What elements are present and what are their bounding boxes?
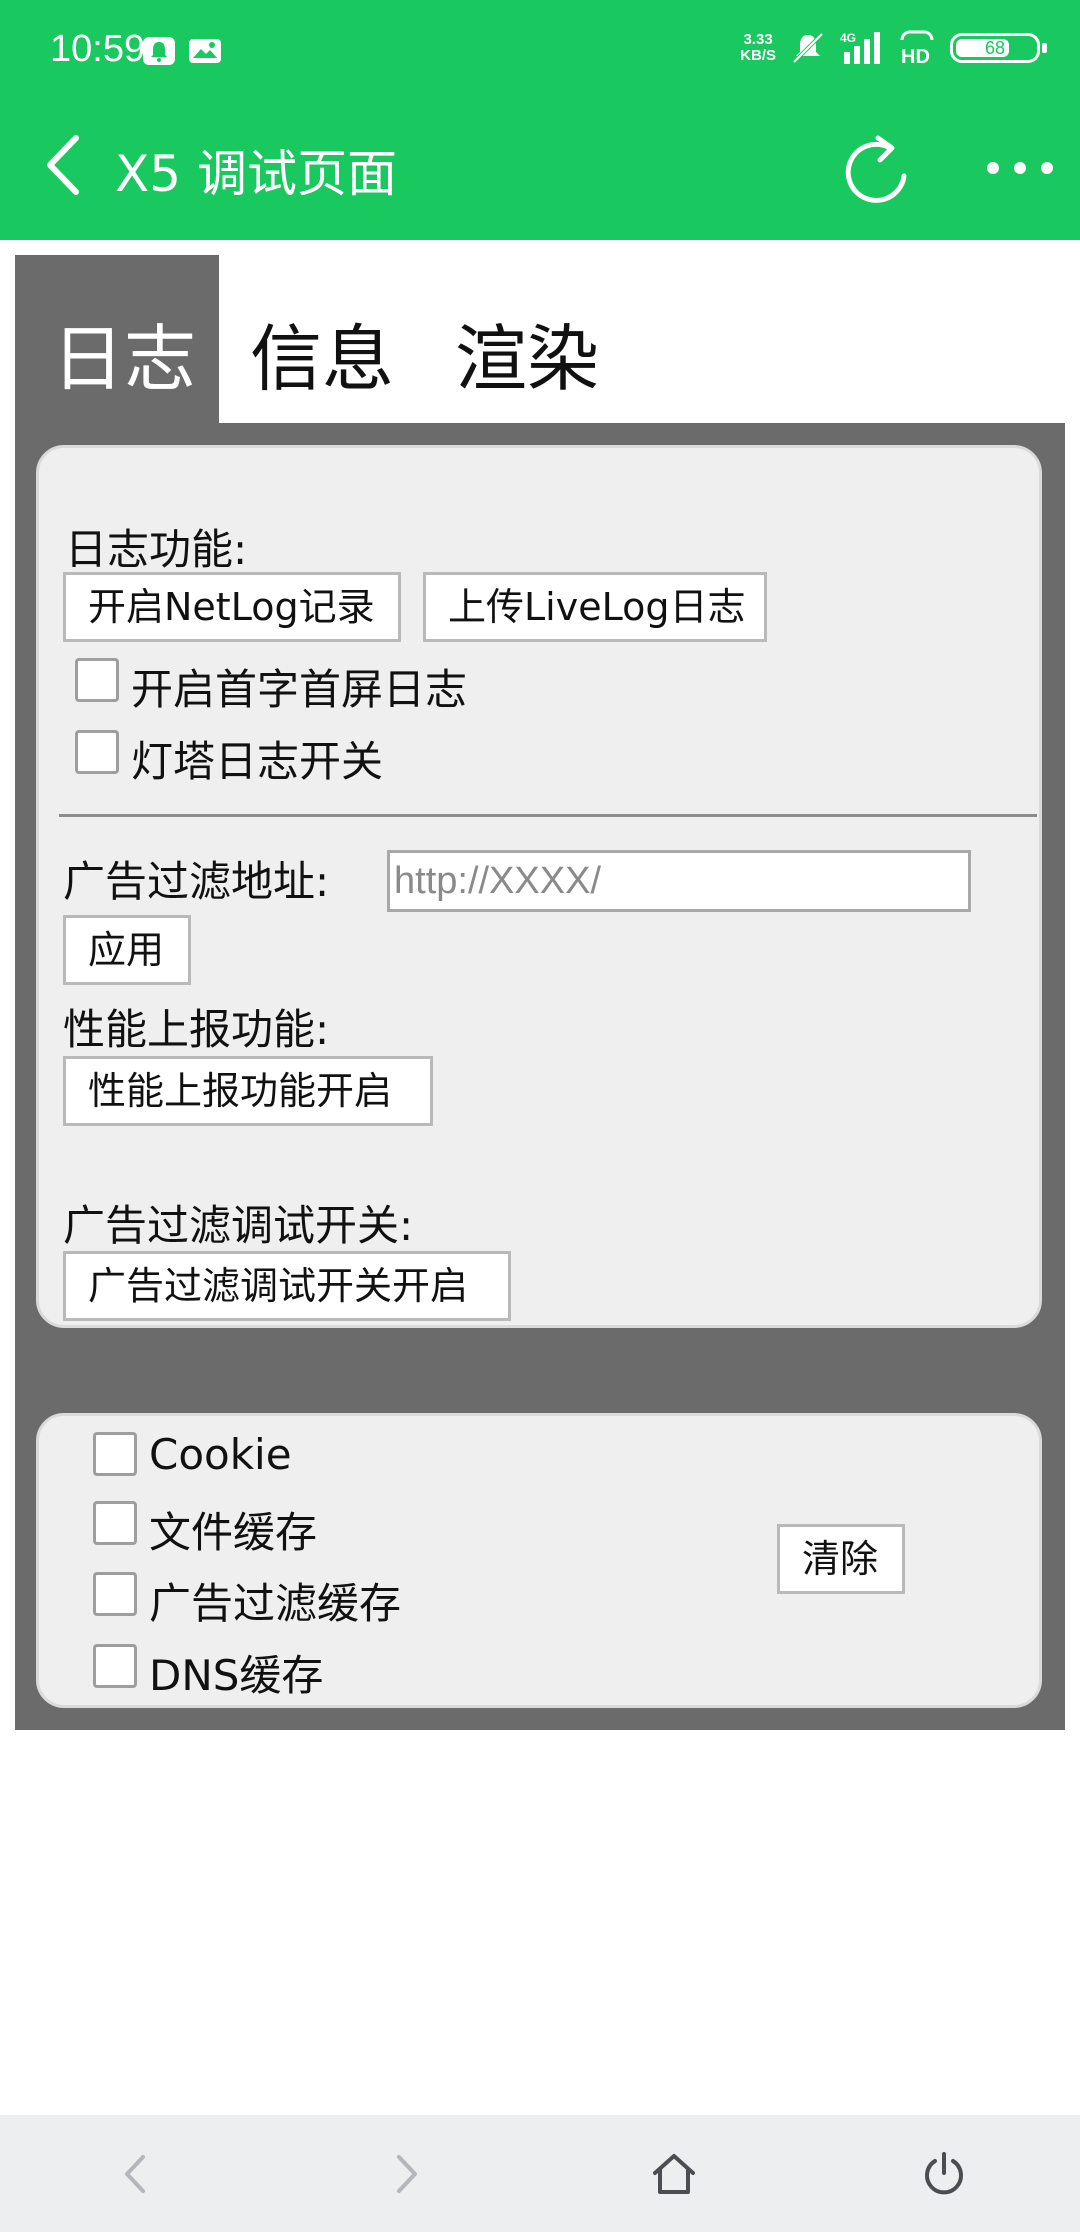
section-divider [59,814,1037,817]
tab-info[interactable]: 信息 [250,300,394,405]
hd-label: HD [901,46,930,66]
first-screen-log-checkbox[interactable] [75,658,119,702]
app-header: 10:59 3.33 KB/S 4G HD 68 X5 调试页面 [0,0,1080,240]
battery-cap [1042,43,1047,53]
hd-voice-icon: HD [900,30,934,66]
ad-debug-label: 广告过滤调试开关: [63,1201,414,1250]
file-cache-label: 文件缓存 [149,1508,318,1557]
ad-filter-url-label: 广告过滤地址: [63,857,330,906]
dns-cache-label: DNS缓存 [149,1651,324,1700]
cookie-checkbox[interactable] [93,1432,137,1476]
bottom-navigation [0,2115,1080,2232]
nav-forward-icon[interactable] [383,2151,429,2197]
message-icon [189,39,221,63]
log-settings-panel: 日志功能: 开启NetLog记录 上传LiveLog日志 开启首字首屏日志 灯塔… [36,445,1042,1328]
signal-icon: 4G [840,31,880,64]
notification-bell-icon [143,37,175,65]
network-type: 4G [840,31,856,45]
notification-icons [142,36,222,66]
ad-filter-cache-label: 广告过滤缓存 [149,1579,402,1628]
speed-unit: KB/S [740,47,776,64]
back-arrow-icon[interactable] [40,130,86,200]
ad-debug-button[interactable]: 广告过滤调试开关开启 [63,1251,511,1321]
apply-button[interactable]: 应用 [63,915,191,985]
dns-cache-checkbox[interactable] [93,1644,137,1688]
page-title: X5 调试页面 [115,145,397,203]
ad-filter-url-input[interactable] [387,850,971,912]
mute-icon [792,32,824,64]
ad-filter-cache-checkbox[interactable] [93,1572,137,1616]
nav-power-icon[interactable] [921,2151,967,2197]
beacon-log-label: 灯塔日志开关 [131,737,384,786]
tab-render[interactable]: 渲染 [455,300,599,405]
nav-back-icon[interactable] [113,2151,159,2197]
more-options-icon[interactable] [985,158,1055,178]
cache-clear-panel: Cookie 文件缓存 广告过滤缓存 DNS缓存 清除 [36,1413,1042,1708]
battery-level: 68 [984,38,1006,58]
perf-report-button[interactable]: 性能上报功能开启 [63,1056,433,1126]
speed-value: 3.33 [743,31,773,48]
first-screen-log-label: 开启首字首屏日志 [131,665,468,714]
tab-log[interactable]: 日志 [52,300,196,405]
log-function-label: 日志功能: [65,525,248,574]
battery-icon: 68 [950,33,1047,63]
network-speed: 3.33 KB/S [740,32,776,64]
system-status: 3.33 KB/S 4G HD 68 [740,30,1047,66]
clear-cache-button[interactable]: 清除 [777,1524,905,1594]
file-cache-checkbox[interactable] [93,1501,137,1545]
nav-home-icon[interactable] [651,2151,697,2197]
cookie-label: Cookie [149,1430,292,1479]
livelog-upload-button[interactable]: 上传LiveLog日志 [423,572,767,642]
perf-report-label: 性能上报功能: [63,1005,330,1054]
status-time: 10:59 [50,28,146,70]
netlog-button[interactable]: 开启NetLog记录 [63,572,401,642]
beacon-log-checkbox[interactable] [75,730,119,774]
refresh-icon[interactable] [838,132,914,208]
